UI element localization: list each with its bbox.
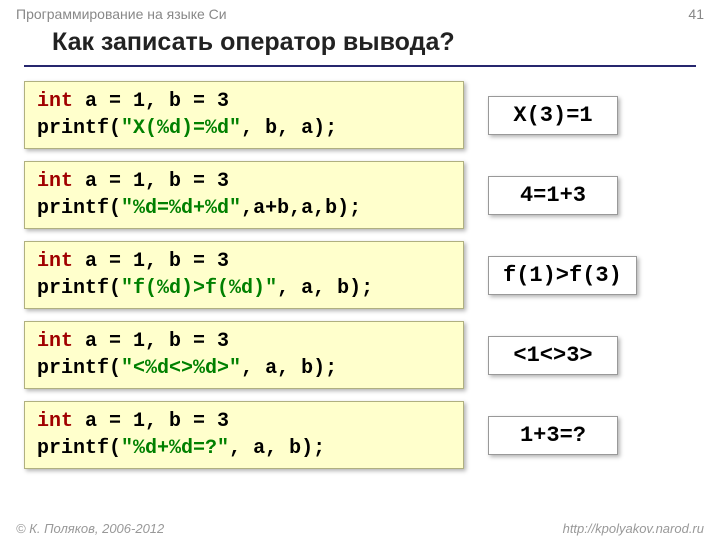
keyword: int [37,170,73,193]
printf-head: printf( [37,357,121,380]
decl-rest: a = 1, b = 3 [73,410,229,433]
decl-rest: a = 1, b = 3 [73,90,229,113]
code-box: int a = 1, b = 3 printf("X(%d)=%d", b, a… [24,81,464,149]
course-name: Программирование на языке Си [16,6,227,22]
output-box: 1+3=? [488,416,618,455]
fmt-core: f(%d)>f(%d) [133,277,265,300]
fmt-open: " [121,117,133,140]
decl-rest: a = 1, b = 3 [73,250,229,273]
fmt-close: " [229,117,241,140]
printf-head: printf( [37,117,121,140]
copyright: © К. Поляков, 2006-2012 [16,521,164,536]
code-box: int a = 1, b = 3 printf("<%d<>%d>", a, b… [24,321,464,389]
fmt-core: %d+%d=? [133,437,217,460]
printf-head: printf( [37,277,121,300]
args-tail: , b, a); [241,117,337,140]
fmt-close: " [217,437,229,460]
fmt-open: " [121,357,133,380]
example-row: int a = 1, b = 3 printf("<%d<>%d>", a, b… [24,321,696,389]
example-row: int a = 1, b = 3 printf("%d+%d=?", a, b)… [24,401,696,469]
fmt-close: " [229,357,241,380]
fmt-core: <%d<>%d> [133,357,229,380]
fmt-open: " [121,197,133,220]
fmt-core: X(%d)=%d [133,117,229,140]
code-box: int a = 1, b = 3 printf("%d=%d+%d",a+b,a… [24,161,464,229]
output-box: X(3)=1 [488,96,618,135]
printf-head: printf( [37,197,121,220]
slide-header: Программирование на языке Си 41 [0,0,720,24]
footer-url: http://kpolyakov.narod.ru [563,521,704,536]
decl-rest: a = 1, b = 3 [73,330,229,353]
decl-rest: a = 1, b = 3 [73,170,229,193]
fmt-close: " [265,277,277,300]
fmt-core: %d=%d+%d [133,197,229,220]
args-tail: , a, b); [229,437,325,460]
example-row: int a = 1, b = 3 printf("%d=%d+%d",a+b,a… [24,161,696,229]
example-row: int a = 1, b = 3 printf("f(%d)>f(%d)", a… [24,241,696,309]
args-tail: ,a+b,a,b); [241,197,361,220]
keyword: int [37,330,73,353]
keyword: int [37,250,73,273]
fmt-open: " [121,437,133,460]
page-number: 41 [688,6,704,22]
code-box: int a = 1, b = 3 printf("%d+%d=?", a, b)… [24,401,464,469]
example-row: int a = 1, b = 3 printf("X(%d)=%d", b, a… [24,81,696,149]
printf-head: printf( [37,437,121,460]
fmt-close: " [229,197,241,220]
code-box: int a = 1, b = 3 printf("f(%d)>f(%d)", a… [24,241,464,309]
output-box: f(1)>f(3) [488,256,637,295]
fmt-open: " [121,277,133,300]
keyword: int [37,90,73,113]
output-box: <1<>3> [488,336,618,375]
examples-list: int a = 1, b = 3 printf("X(%d)=%d", b, a… [0,81,720,469]
keyword: int [37,410,73,433]
slide-title: Как записать оператор вывода? [24,24,696,67]
args-tail: , a, b); [241,357,337,380]
slide-footer: © К. Поляков, 2006-2012 http://kpolyakov… [0,521,720,536]
args-tail: , a, b); [277,277,373,300]
output-box: 4=1+3 [488,176,618,215]
